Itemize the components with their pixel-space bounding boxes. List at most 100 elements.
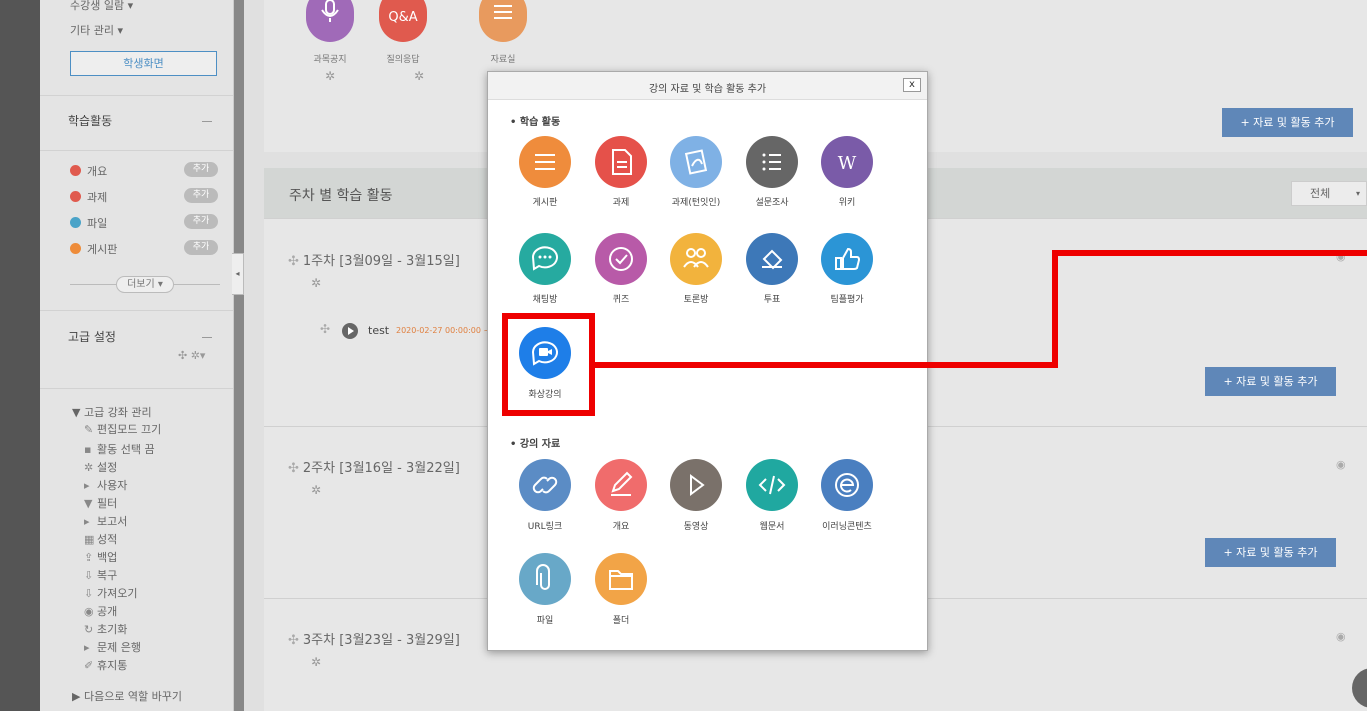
close-button[interactable]: x xyxy=(903,78,921,92)
left-navigation-bar xyxy=(0,0,40,711)
gear-icon[interactable]: ✲ xyxy=(311,483,321,497)
move-icon[interactable]: ✣ xyxy=(320,322,330,336)
vote-icon[interactable] xyxy=(746,233,798,285)
week-3-title[interactable]: ✣ 3주차 [3월23일 - 3월29일] xyxy=(288,629,460,648)
admin-item-filter[interactable]: ▼ 필터 xyxy=(84,495,117,511)
board-icon[interactable] xyxy=(519,136,571,188)
eye-icon[interactable]: ◉ xyxy=(1336,630,1346,643)
student-list-menu[interactable]: 수강생 일람 ▾ xyxy=(70,0,133,13)
admin-item-trash[interactable]: ✐ 휴지통 xyxy=(84,657,127,673)
thumbs-up-icon[interactable] xyxy=(821,233,873,285)
upload-icon: ⇪ xyxy=(84,551,94,564)
gear-icon[interactable]: ✲ xyxy=(414,69,424,83)
wiki-icon[interactable]: W xyxy=(821,136,873,188)
list-icon[interactable] xyxy=(479,0,527,42)
play-icon[interactable] xyxy=(670,459,722,511)
section-course-materials: • 강의 자료 xyxy=(510,439,561,450)
quiz-icon[interactable] xyxy=(595,233,647,285)
video-lecture-highlight-box xyxy=(502,313,595,416)
code-icon[interactable] xyxy=(746,459,798,511)
assignment-icon[interactable] xyxy=(595,136,647,188)
activity-row: 게시판 추가 xyxy=(70,240,220,258)
pencil-icon[interactable] xyxy=(595,459,647,511)
admin-item-question-bank[interactable]: ▸ 문제 은행 xyxy=(84,639,141,655)
weekly-activities-title: 주차 별 학습 활동 xyxy=(289,188,393,204)
student-view-button[interactable]: 학생화면 xyxy=(70,51,217,76)
admin-item-label: 성적 xyxy=(97,533,118,546)
admin-item-users[interactable]: ▸ 사용자 xyxy=(84,477,127,493)
square-icon: ▪ xyxy=(84,443,92,456)
week-filter-value: 전체 xyxy=(1310,187,1331,200)
admin-item-edit-mode[interactable]: ✎ 편집모드 끄기 xyxy=(84,421,161,437)
admin-item-reports[interactable]: ▸ 보고서 xyxy=(84,513,127,529)
board-dot-icon xyxy=(70,243,81,254)
course-admin-header[interactable]: ▼ 고급 강좌 관리 xyxy=(72,404,152,420)
week-2-title[interactable]: ✣ 2주차 [3월16일 - 3월22일] xyxy=(288,457,460,476)
activities-title: 학습활동 xyxy=(68,114,113,128)
gear-icon: ✲ xyxy=(84,461,94,474)
add-board-button[interactable]: 추가 xyxy=(184,240,218,255)
add-assignment-button[interactable]: 추가 xyxy=(184,188,218,203)
collapse-activities-icon[interactable] xyxy=(202,121,212,122)
week-1-title[interactable]: ✣ 1주차 [3월09일 - 3월15일] xyxy=(288,250,460,269)
admin-item-reset[interactable]: ↻ 초기화 xyxy=(84,621,127,637)
activity-test-link[interactable]: test xyxy=(368,324,389,337)
eye-icon[interactable]: ◉ xyxy=(1336,458,1346,471)
admin-item-select-activity[interactable]: ▪ 활동 선택 끔 xyxy=(84,441,155,457)
activity-row: 과제 추가 xyxy=(70,188,220,206)
add-resource-activity-button[interactable]: + 자료 및 활동 추가 xyxy=(1222,108,1353,137)
library-label[interactable]: 자료실 xyxy=(473,52,533,65)
course-notice-label[interactable]: 과목공지 xyxy=(300,52,360,65)
paperclip-icon[interactable] xyxy=(519,553,571,605)
other-manage-menu[interactable]: 기타 관리 ▾ xyxy=(70,22,123,38)
microphone-icon[interactable] xyxy=(306,0,354,42)
admin-item-restore[interactable]: ⇩ 복구 xyxy=(84,567,117,583)
gear-icon[interactable]: ✲ xyxy=(325,69,335,83)
link-icon[interactable] xyxy=(519,459,571,511)
move-icon[interactable]: ✣ xyxy=(288,254,299,269)
activity-label: 파일 xyxy=(87,217,108,230)
move-icon[interactable]: ✣ xyxy=(288,633,299,648)
advanced-settings-title: 고급 설정 xyxy=(68,330,116,344)
turnitin-icon[interactable] xyxy=(670,136,722,188)
collapse-advanced-icon[interactable] xyxy=(202,337,212,338)
week-filter-select[interactable]: 전체 ▾ xyxy=(1291,181,1367,206)
gear-icon[interactable]: ✲ xyxy=(311,276,321,290)
video-play-icon xyxy=(342,323,358,339)
admin-item-publish[interactable]: ◉ 공개 xyxy=(84,603,117,619)
assignment-dot-icon xyxy=(70,191,81,202)
admin-item-label: 편집모드 끄기 xyxy=(97,423,162,436)
admin-item-import[interactable]: ⇩ 가져오기 xyxy=(84,585,137,601)
settings-gear-icon[interactable]: ✣ ✲▾ xyxy=(178,349,205,362)
move-icon[interactable]: ✣ xyxy=(288,461,299,476)
admin-item-grades[interactable]: ▦ 성적 xyxy=(84,531,117,547)
activity-test-date: 2020-02-27 00:00:00 ~ xyxy=(396,326,491,335)
sidebar-toggle-button[interactable]: ◂ xyxy=(232,253,244,295)
chevron-down-icon: ▾ xyxy=(1355,189,1360,198)
admin-item-settings[interactable]: ✲ 설정 xyxy=(84,459,117,475)
tile-label-elearning[interactable]: 이러닝콘텐츠 xyxy=(802,519,892,532)
admin-item-label: 보고서 xyxy=(97,515,128,528)
add-overview-button[interactable]: 추가 xyxy=(184,162,218,177)
filter-icon: ▼ xyxy=(84,497,93,510)
week-1-add-button[interactable]: + 자료 및 활동 추가 xyxy=(1205,367,1336,396)
tile-label-team-eval[interactable]: 팀플평가 xyxy=(802,292,892,305)
switch-role-link[interactable]: ▶ 다음으로 역할 바꾸기 xyxy=(72,688,182,704)
gear-icon[interactable]: ✲ xyxy=(311,655,321,669)
survey-icon[interactable] xyxy=(746,136,798,188)
week-title-text: 1주차 [3월09일 - 3월15일] xyxy=(302,254,460,269)
elearning-icon[interactable] xyxy=(821,459,873,511)
more-button[interactable]: 더보기 ▾ xyxy=(116,276,174,293)
add-file-button[interactable]: 추가 xyxy=(184,214,218,229)
qa-label[interactable]: 질의응답 xyxy=(373,52,433,65)
discussion-icon[interactable] xyxy=(670,233,722,285)
week-2-add-button[interactable]: + 자료 및 활동 추가 xyxy=(1205,538,1336,567)
tile-label-folder[interactable]: 폴더 xyxy=(576,613,666,626)
tile-label-wiki[interactable]: 위키 xyxy=(802,195,892,208)
caret-right-icon: ▸ xyxy=(84,641,90,654)
admin-item-label: 복구 xyxy=(97,569,118,582)
admin-item-backup[interactable]: ⇪ 백업 xyxy=(84,549,117,565)
chat-icon[interactable] xyxy=(519,233,571,285)
folder-icon[interactable] xyxy=(595,553,647,605)
trash-icon: ✐ xyxy=(84,659,94,672)
